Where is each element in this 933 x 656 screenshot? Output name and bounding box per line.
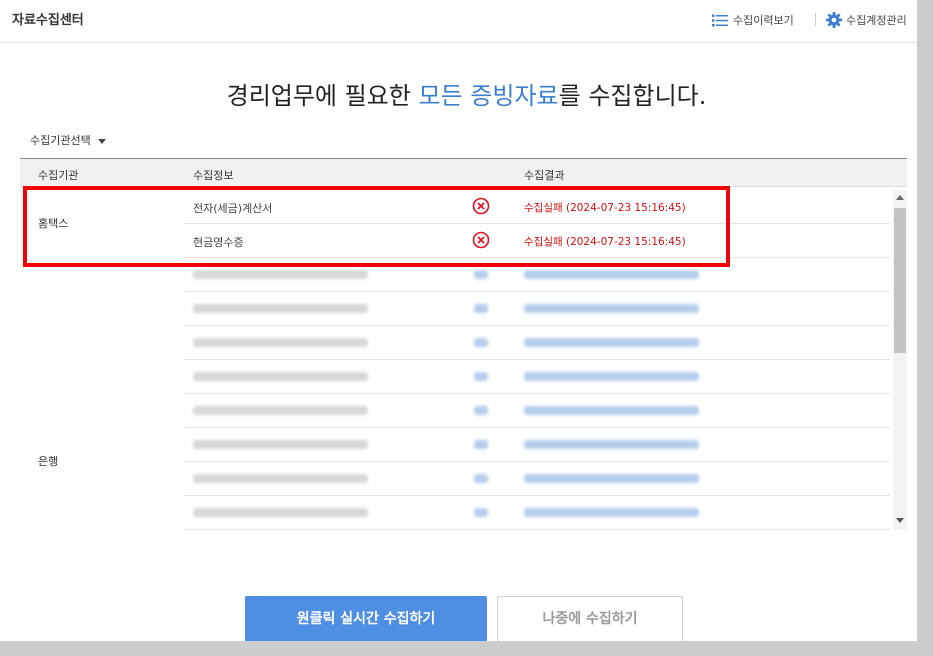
- collect-now-button[interactable]: 원클릭 실시간 수집하기: [245, 596, 487, 641]
- header-divider: [815, 13, 816, 26]
- gear-icon: [826, 12, 842, 28]
- collection-center-window: 자료수집센터 수집이력보기 수집계정관리 경리업무에 필요한 모든 증빙자료를 …: [0, 0, 917, 641]
- org-filter-dropdown[interactable]: 수집기관선택: [30, 132, 106, 148]
- headline-part1: 경리업무에 필요한: [226, 82, 419, 110]
- title-bar: 자료수집센터 수집이력보기 수집계정관리: [0, 0, 917, 43]
- scroll-up-arrow-icon[interactable]: [896, 195, 904, 200]
- highlight-box: [23, 186, 730, 267]
- page-headline: 경리업무에 필요한 모든 증빙자료를 수집합니다.: [0, 76, 917, 111]
- collect-later-button[interactable]: 나중에 수집하기: [497, 596, 683, 641]
- account-label: 수집계정관리: [846, 14, 907, 27]
- account-settings-link[interactable]: 수집계정관리: [826, 12, 907, 28]
- org-filter-label: 수집기관선택: [30, 134, 91, 147]
- blurred-row: [185, 292, 890, 326]
- header-info: 수집정보: [193, 169, 234, 182]
- app-title: 자료수집센터: [12, 13, 84, 28]
- headline-part2: 를 수집합니다.: [558, 82, 707, 110]
- blurred-row: [185, 496, 890, 530]
- blurred-row: [185, 462, 890, 496]
- blurred-row: [185, 326, 890, 360]
- history-label: 수집이력보기: [733, 14, 794, 27]
- blurred-row: [185, 360, 890, 394]
- org-bank: 은행: [38, 455, 59, 468]
- blurred-row: [185, 394, 890, 428]
- table-scrollbar[interactable]: [893, 190, 907, 530]
- scroll-down-arrow-icon[interactable]: [896, 518, 904, 523]
- table-header: 수집기관 수집정보 수집결과: [20, 158, 907, 187]
- blurred-row: [185, 428, 890, 462]
- list-icon: [712, 14, 728, 26]
- headline-highlight: 모든 증빙자료: [418, 82, 559, 110]
- history-link[interactable]: 수집이력보기: [712, 12, 794, 28]
- caret-down-icon: [97, 138, 106, 144]
- scroll-thumb[interactable]: [894, 208, 906, 353]
- header-org: 수집기관: [38, 169, 79, 182]
- header-result: 수집결과: [524, 169, 565, 182]
